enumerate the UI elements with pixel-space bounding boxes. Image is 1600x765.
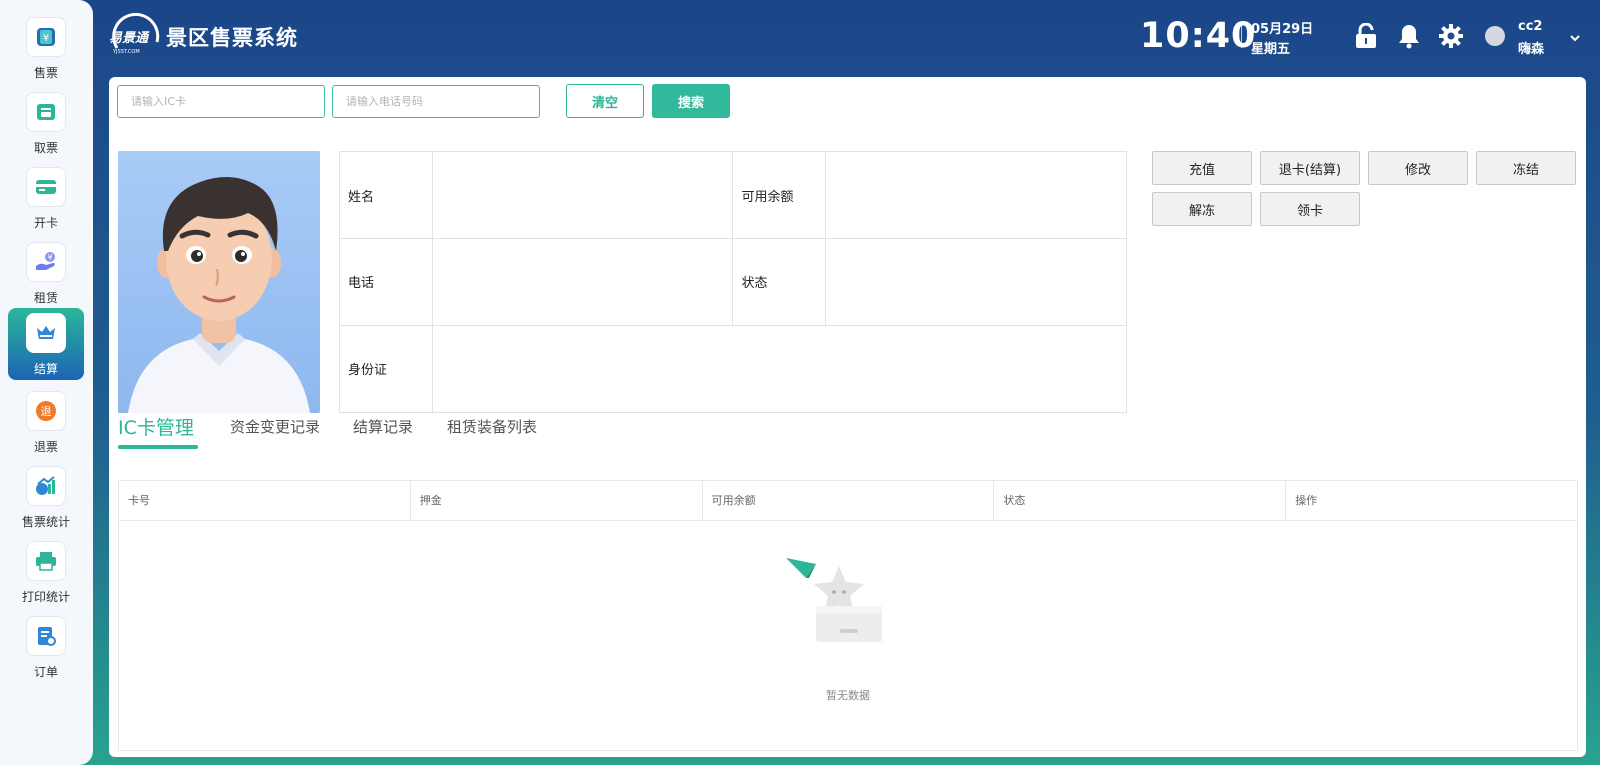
user-id: cc2 [1518, 19, 1543, 34]
sidebar-item-orders[interactable]: 订单 [8, 611, 84, 683]
member-photo [118, 151, 320, 413]
sidebar-item-label: 打印统计 [21, 590, 70, 604]
idcard-label: 身份证 [339, 324, 433, 414]
crown-icon [26, 313, 66, 353]
sidebar-item-label: 退票 [33, 440, 58, 454]
phone-label: 电话 [339, 238, 433, 326]
tab-fund-changes[interactable]: 资金变更记录 [230, 416, 320, 437]
bell-icon[interactable] [1395, 22, 1423, 50]
clear-button[interactable]: 清空 [566, 84, 644, 118]
search-button[interactable]: 搜索 [652, 84, 730, 118]
tab-settlement-records[interactable]: 结算记录 [353, 416, 413, 437]
clock-date: 05月29日 [1251, 22, 1314, 37]
clock-weekday: 星期五 [1251, 42, 1291, 57]
sidebar-item-settlement[interactable]: 结算 [8, 308, 84, 380]
sidebar-item-label: 售票 [33, 66, 58, 80]
user-name: 嗨森 [1518, 42, 1545, 57]
main-panel: 清空 搜索 [109, 77, 1586, 757]
sidebar-item-collect-ticket[interactable]: 取票 [8, 87, 84, 159]
gear-icon[interactable] [1437, 22, 1465, 50]
balance-value [825, 150, 1127, 240]
ticket-icon: ¥ [26, 17, 66, 57]
sidebar-item-refund-ticket[interactable]: 退 退票 [8, 386, 84, 458]
sidebar-item-open-card[interactable]: 开卡 [8, 162, 84, 234]
balance-label: 可用余额 [732, 150, 827, 240]
idcard-value [431, 324, 1128, 414]
sidebar-item-label: 售票统计 [21, 515, 70, 529]
empty-box-icon [784, 556, 894, 651]
refund-card-button[interactable]: 退卡(结算) [1260, 151, 1360, 185]
status-value [825, 238, 1127, 326]
claim-card-button[interactable]: 领卡 [1260, 192, 1360, 226]
hand-money-icon: ¥ [26, 242, 66, 282]
stats-chart-icon [26, 466, 66, 506]
column-header-balance: 可用余额 [703, 481, 995, 520]
sidebar-item-rental[interactable]: ¥ 租赁 [8, 237, 84, 309]
sidebar-item-sales-stats[interactable]: 售票统计 [8, 461, 84, 533]
name-label: 姓名 [339, 150, 433, 240]
user-avatar[interactable] [1485, 26, 1505, 46]
svg-text:¥: ¥ [43, 33, 49, 44]
lock-icon[interactable] [1352, 22, 1380, 50]
printer-ticket-icon [26, 92, 66, 132]
tab-rental-equipment[interactable]: 租赁装备列表 [447, 416, 537, 437]
tab-ic-card[interactable]: IC卡管理 [118, 413, 194, 440]
clock-divider [1241, 22, 1242, 48]
empty-state-text: 暂无数据 [826, 689, 870, 702]
name-value [431, 150, 734, 240]
recharge-button[interactable]: 充值 [1152, 151, 1252, 185]
sidebar-item-print-stats[interactable]: 打印统计 [8, 536, 84, 608]
sidebar-item-label: 订单 [33, 665, 58, 679]
column-header-status: 状态 [994, 481, 1287, 520]
refund-icon: 退 [26, 391, 66, 431]
ic-card-table: 卡号 押金 可用余额 状态 操作 暂无数据 [118, 480, 1578, 751]
freeze-button[interactable]: 冻结 [1476, 151, 1576, 185]
clock-time: 10:40 [1140, 16, 1257, 56]
phone-value [431, 238, 734, 326]
order-clipboard-icon [26, 616, 66, 656]
ic-card-input[interactable] [117, 85, 325, 118]
column-header-actions: 操作 [1295, 494, 1318, 507]
phone-input[interactable] [332, 85, 540, 118]
sidebar-item-label: 结算 [33, 362, 58, 376]
sidebar-item-label: 租赁 [33, 291, 58, 305]
svg-text:YJSST.COM: YJSST.COM [112, 49, 140, 55]
chevron-down-icon[interactable] [1568, 30, 1582, 44]
printer-icon [26, 541, 66, 581]
status-label: 状态 [732, 238, 827, 326]
svg-text:退: 退 [41, 405, 52, 418]
app-logo: 易景通 YJSST.COM [107, 12, 165, 58]
sidebar-item-label: 开卡 [33, 216, 58, 230]
app-title: 景区售票系统 [166, 26, 298, 50]
modify-button[interactable]: 修改 [1368, 151, 1468, 185]
unfreeze-button[interactable]: 解冻 [1152, 192, 1252, 226]
sidebar-item-sell-ticket[interactable]: ¥ 售票 [8, 12, 84, 84]
sidebar: ¥ 售票 取票 开卡 ¥ 租赁 结算 退 退票 售票统计 打印统计 订单 [0, 0, 93, 765]
table-header: 卡号 押金 可用余额 状态 操作 [119, 481, 1577, 521]
column-header-card-no: 卡号 [119, 481, 411, 520]
member-info-table: 姓名 可用余额 电话 状态 身份证 [339, 150, 1128, 414]
sidebar-item-label: 取票 [33, 141, 58, 155]
active-tab-indicator [118, 445, 198, 449]
svg-text:易景通: 易景通 [109, 31, 150, 46]
column-header-deposit: 押金 [411, 481, 703, 520]
card-icon [26, 167, 66, 207]
svg-text:¥: ¥ [47, 253, 52, 262]
